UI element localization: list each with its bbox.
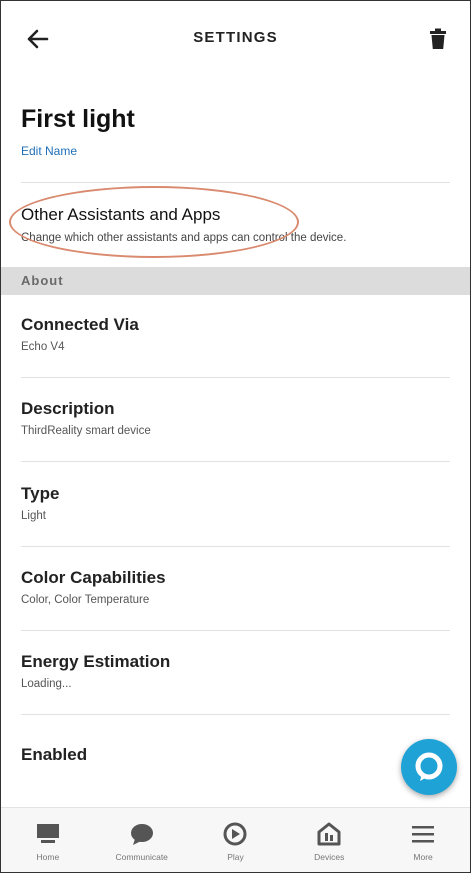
row-title: Color Capabilities — [21, 568, 166, 587]
other-assistants-subtitle: Change which other assistants and apps c… — [21, 232, 347, 244]
nav-label: Home — [36, 852, 60, 862]
devices-icon — [314, 820, 344, 848]
bottom-nav: Home Communicate Play Devices More — [1, 807, 470, 872]
row-title: Description — [21, 399, 115, 418]
divider — [21, 182, 450, 183]
nav-more[interactable]: More — [376, 808, 470, 872]
edit-name-link[interactable]: Edit Name — [21, 144, 77, 158]
play-icon — [220, 820, 250, 848]
row-title: Type — [21, 484, 60, 503]
trash-icon — [430, 28, 446, 49]
row-value: Light — [21, 510, 46, 522]
row-value: Echo V4 — [21, 341, 65, 353]
divider — [21, 546, 450, 547]
alexa-icon — [415, 752, 443, 781]
section-label: About — [21, 273, 64, 288]
delete-device-button[interactable] — [421, 23, 455, 55]
row-title: Enabled — [21, 745, 88, 764]
row-description[interactable]: Description ThirdReality smart device — [1, 381, 470, 465]
other-assistants-title: Other Assistants and Apps — [21, 205, 221, 224]
chat-bubble-icon — [127, 820, 157, 848]
row-connected-via[interactable]: Connected Via Echo V4 — [1, 297, 470, 381]
nav-play[interactable]: Play — [189, 808, 283, 872]
app-screen: SETTINGS First light Edit Name Other Ass… — [0, 0, 471, 873]
nav-communicate[interactable]: Communicate — [95, 808, 189, 872]
nav-devices[interactable]: Devices — [282, 808, 376, 872]
row-value: Loading... — [21, 678, 72, 690]
nav-home[interactable]: Home — [1, 808, 95, 872]
about-section-header: About — [1, 267, 470, 295]
row-title: Connected Via — [21, 315, 139, 334]
nav-label: More — [413, 852, 433, 862]
row-enabled[interactable]: Enabled — [1, 727, 470, 811]
page-title: SETTINGS — [193, 29, 278, 46]
divider — [21, 461, 450, 462]
home-icon — [33, 820, 63, 848]
top-bar: SETTINGS — [1, 1, 470, 79]
row-type[interactable]: Type Light — [1, 466, 470, 550]
device-name: First light — [21, 105, 135, 133]
divider — [21, 630, 450, 631]
alexa-button[interactable] — [401, 739, 457, 795]
other-assistants-row[interactable]: Other Assistants and Apps Change which o… — [1, 189, 470, 261]
row-value: ThirdReality smart device — [21, 425, 151, 437]
row-color-capabilities[interactable]: Color Capabilities Color, Color Temperat… — [1, 550, 470, 634]
divider — [21, 377, 450, 378]
row-energy-estimation[interactable]: Energy Estimation Loading... — [1, 634, 470, 718]
nav-label: Communicate — [115, 852, 168, 862]
row-title: Energy Estimation — [21, 652, 171, 671]
row-value: Color, Color Temperature — [21, 594, 150, 606]
menu-icon — [408, 820, 438, 848]
divider — [21, 714, 450, 715]
nav-label: Play — [227, 852, 244, 862]
nav-label: Devices — [314, 852, 345, 862]
